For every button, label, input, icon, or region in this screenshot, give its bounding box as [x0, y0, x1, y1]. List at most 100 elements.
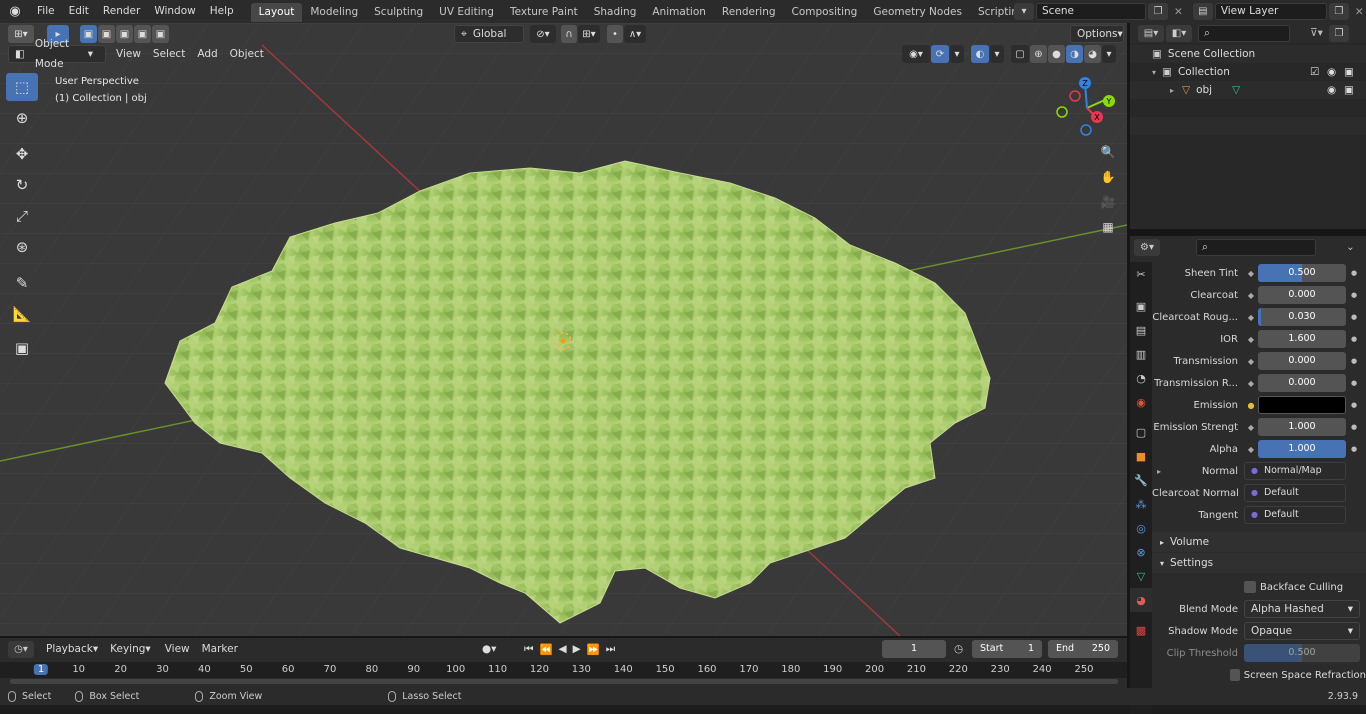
outliner-row-scene-collection[interactable]: ▣ Scene Collection	[1130, 45, 1366, 63]
modifier-tab-icon[interactable]: 🔧	[1130, 468, 1152, 492]
clearcoat-normal-link-field[interactable]: ● Default	[1244, 484, 1346, 502]
prop-value-slider[interactable]: 0.000	[1258, 374, 1346, 392]
tool-tab-icon[interactable]: ✂	[1130, 262, 1152, 286]
volume-section-header[interactable]: ▸ Volume	[1152, 532, 1366, 552]
animate-property-icon[interactable]: ●	[1346, 269, 1362, 277]
gizmo-neg-z[interactable]	[1080, 124, 1092, 136]
data-tab-icon[interactable]: ▽	[1130, 564, 1152, 588]
keyframe-dot-icon[interactable]: ◆	[1244, 379, 1258, 388]
expand-normal-icon[interactable]: ▸	[1152, 467, 1166, 476]
texture-tab-icon[interactable]: ▩	[1130, 618, 1152, 642]
play-icon[interactable]: ▶	[573, 643, 581, 656]
overlays-dropdown-icon[interactable]: ▾	[990, 45, 1004, 63]
properties-editor-icon[interactable]: ⚙▾	[1134, 238, 1160, 256]
select-subtract-icon[interactable]: ▣	[116, 25, 133, 43]
mesh-data-icon[interactable]: ▽	[1232, 84, 1240, 96]
backface-culling-checkbox[interactable]	[1244, 581, 1256, 593]
tab-texture-paint[interactable]: Texture Paint	[502, 3, 586, 22]
animate-property-icon[interactable]: ●	[1346, 423, 1362, 431]
pivot-icon[interactable]: ⊘▾	[530, 25, 556, 43]
new-view-layer-icon[interactable]: ❐	[1328, 3, 1349, 20]
keyframe-dot-icon[interactable]: ◆	[1244, 445, 1258, 454]
select-intersect-icon[interactable]: ▣	[152, 25, 169, 43]
navigation-gizmo[interactable]: Y Z X	[1052, 73, 1122, 143]
particles-tab-icon[interactable]: ⁂	[1130, 492, 1152, 516]
gizmo-toggle-icon[interactable]: ⟳	[931, 45, 949, 63]
world-tab-icon[interactable]: ◉	[1130, 390, 1152, 414]
keyframe-dot-icon[interactable]: ◆	[1244, 313, 1258, 322]
physics-tab-icon[interactable]: ◎	[1130, 516, 1152, 540]
scene-tab-icon[interactable]: ◔	[1130, 366, 1152, 390]
view-layer-tab-icon[interactable]: ▥	[1130, 342, 1152, 366]
current-frame-field[interactable]: 1	[882, 640, 946, 658]
output-tab-icon[interactable]: ▤	[1130, 318, 1152, 342]
playback-menu[interactable]: Playback ▾	[40, 640, 104, 658]
transform-orientation-dropdown[interactable]: ⌖ Global	[454, 25, 524, 43]
select-invert-icon[interactable]: ▣	[134, 25, 151, 43]
outliner-row-obj[interactable]: ▸ ▽ obj ▽ ◉ ▣	[1130, 81, 1366, 99]
animate-property-icon[interactable]: ●	[1346, 291, 1362, 299]
select-box-tool-icon[interactable]: ⬚	[6, 73, 38, 101]
add-cube-tool-icon[interactable]: ▣	[6, 334, 38, 362]
tab-shading[interactable]: Shading	[586, 3, 645, 22]
gizmo-neg-x[interactable]	[1069, 90, 1081, 102]
shadow-mode-dropdown[interactable]: Opaque ▾	[1244, 622, 1360, 640]
viewport-menu-object[interactable]: Object	[224, 44, 270, 64]
3d-viewport[interactable]: ⊞▾ ▸ ▣ ▣ ▣ ▣ ▣ ⌖ Global ⊘▾ ∩ ⊞▾ • ∧▾ Opt…	[0, 23, 1127, 636]
tab-compositing[interactable]: Compositing	[784, 3, 866, 22]
view-layer-field[interactable]: View Layer	[1214, 3, 1327, 20]
shading-material-icon[interactable]: ◑	[1066, 45, 1083, 63]
proportional-edit-icon[interactable]: •	[607, 25, 623, 43]
viewport-menu-view[interactable]: View	[110, 44, 147, 64]
prop-value-slider[interactable]: 0.030	[1258, 308, 1346, 326]
play-reverse-icon[interactable]: ◀	[559, 643, 567, 656]
tab-uv-editing[interactable]: UV Editing	[431, 3, 502, 22]
select-new-icon[interactable]: ▣	[80, 25, 97, 43]
tab-animation[interactable]: Animation	[644, 3, 714, 22]
snap-icon[interactable]: ∩	[561, 25, 577, 43]
animate-property-icon[interactable]: ●	[1346, 401, 1362, 409]
filter-icon[interactable]: ⊽▾	[1310, 27, 1323, 39]
shading-rendered-icon[interactable]: ◕	[1084, 45, 1101, 63]
menu-edit[interactable]: Edit	[62, 0, 96, 23]
prop-value-slider[interactable]: 0.000	[1258, 352, 1346, 370]
measure-tool-icon[interactable]: 📐	[6, 300, 38, 328]
timeline-view-menu[interactable]: View	[157, 643, 198, 655]
exclude-checkbox-icon[interactable]: ☑	[1310, 66, 1319, 78]
keyframe-dot-icon[interactable]: ◆	[1244, 423, 1258, 432]
shading-dropdown-icon[interactable]: ▾	[1102, 45, 1116, 63]
menu-file[interactable]: File	[30, 0, 62, 23]
prop-value-slider[interactable]: 0.500	[1258, 264, 1346, 282]
keyframe-dot-icon[interactable]: ◆	[1244, 269, 1258, 278]
render-camera-icon[interactable]: ▣	[1344, 66, 1354, 78]
normal-link-field[interactable]: ● Normal/Map	[1244, 462, 1346, 480]
prop-value-slider[interactable]: 1.000	[1258, 440, 1346, 458]
menu-help[interactable]: Help	[203, 0, 241, 23]
delete-view-layer-icon[interactable]: ✕	[1355, 6, 1364, 18]
display-mode-icon[interactable]: ◧▾	[1166, 24, 1192, 42]
collection-tab-icon[interactable]: ▢	[1130, 420, 1152, 444]
scene-name-field[interactable]: Scene	[1036, 3, 1146, 20]
gizmo-neg-y[interactable]	[1056, 106, 1068, 118]
jump-keyframe-forward-icon[interactable]: ⏩	[587, 643, 600, 656]
render-camera-icon[interactable]: ▣	[1344, 84, 1354, 96]
timeline-scrollbar[interactable]	[10, 679, 1118, 684]
new-scene-icon[interactable]: ❐	[1148, 3, 1168, 20]
jump-keyframe-back-icon[interactable]: ⏪	[539, 643, 552, 656]
animate-property-icon[interactable]: ●	[1346, 313, 1362, 321]
keyframe-dot-icon[interactable]: ◆	[1244, 291, 1258, 300]
animate-property-icon[interactable]: ●	[1346, 357, 1362, 365]
viewport-menu-select[interactable]: Select	[147, 44, 191, 64]
record-icon[interactable]: ●▾	[482, 643, 496, 655]
animate-property-icon[interactable]: ●	[1346, 379, 1362, 387]
tab-sculpting[interactable]: Sculpting	[366, 3, 431, 22]
jump-end-icon[interactable]: ⏭	[606, 643, 615, 656]
prop-value-slider[interactable]: 1.600	[1258, 330, 1346, 348]
annotate-tool-icon[interactable]: ✎	[6, 269, 38, 297]
overlays-toggle-icon[interactable]: ◐	[971, 45, 989, 63]
outliner-search-icon[interactable]: ⌕	[1198, 24, 1290, 42]
grid-view-icon[interactable]: ▦	[1097, 216, 1119, 238]
new-collection-icon[interactable]: ❐	[1328, 24, 1349, 42]
blend-mode-dropdown[interactable]: Alpha Hashed ▾	[1244, 600, 1360, 618]
camera-icon[interactable]: 🎥	[1097, 191, 1119, 213]
